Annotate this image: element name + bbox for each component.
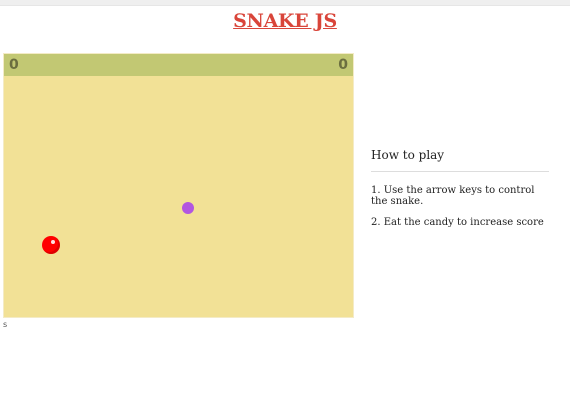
instructions-panel: How to play 1. Use the arrow keys to con… [371,148,549,228]
instructions-heading: How to play [371,148,549,172]
browser-top-bar [0,0,570,6]
instruction-item: 1. Use the arrow keys to control the sna… [371,185,535,207]
page-title: SNAKE JS [233,10,337,32]
snake-head-icon [42,236,60,254]
footer-label: s [3,320,8,329]
score-right: 0 [338,57,348,73]
score-left: 0 [9,57,19,73]
instruction-item: 2. Eat the candy to increase score [371,217,544,228]
instructions-list: 1. Use the arrow keys to control the sna… [371,185,549,228]
candy-icon [182,202,194,214]
snake-highlight [51,240,55,244]
game-board[interactable]: 0 0 [3,53,354,318]
score-bar: 0 0 [4,54,353,76]
